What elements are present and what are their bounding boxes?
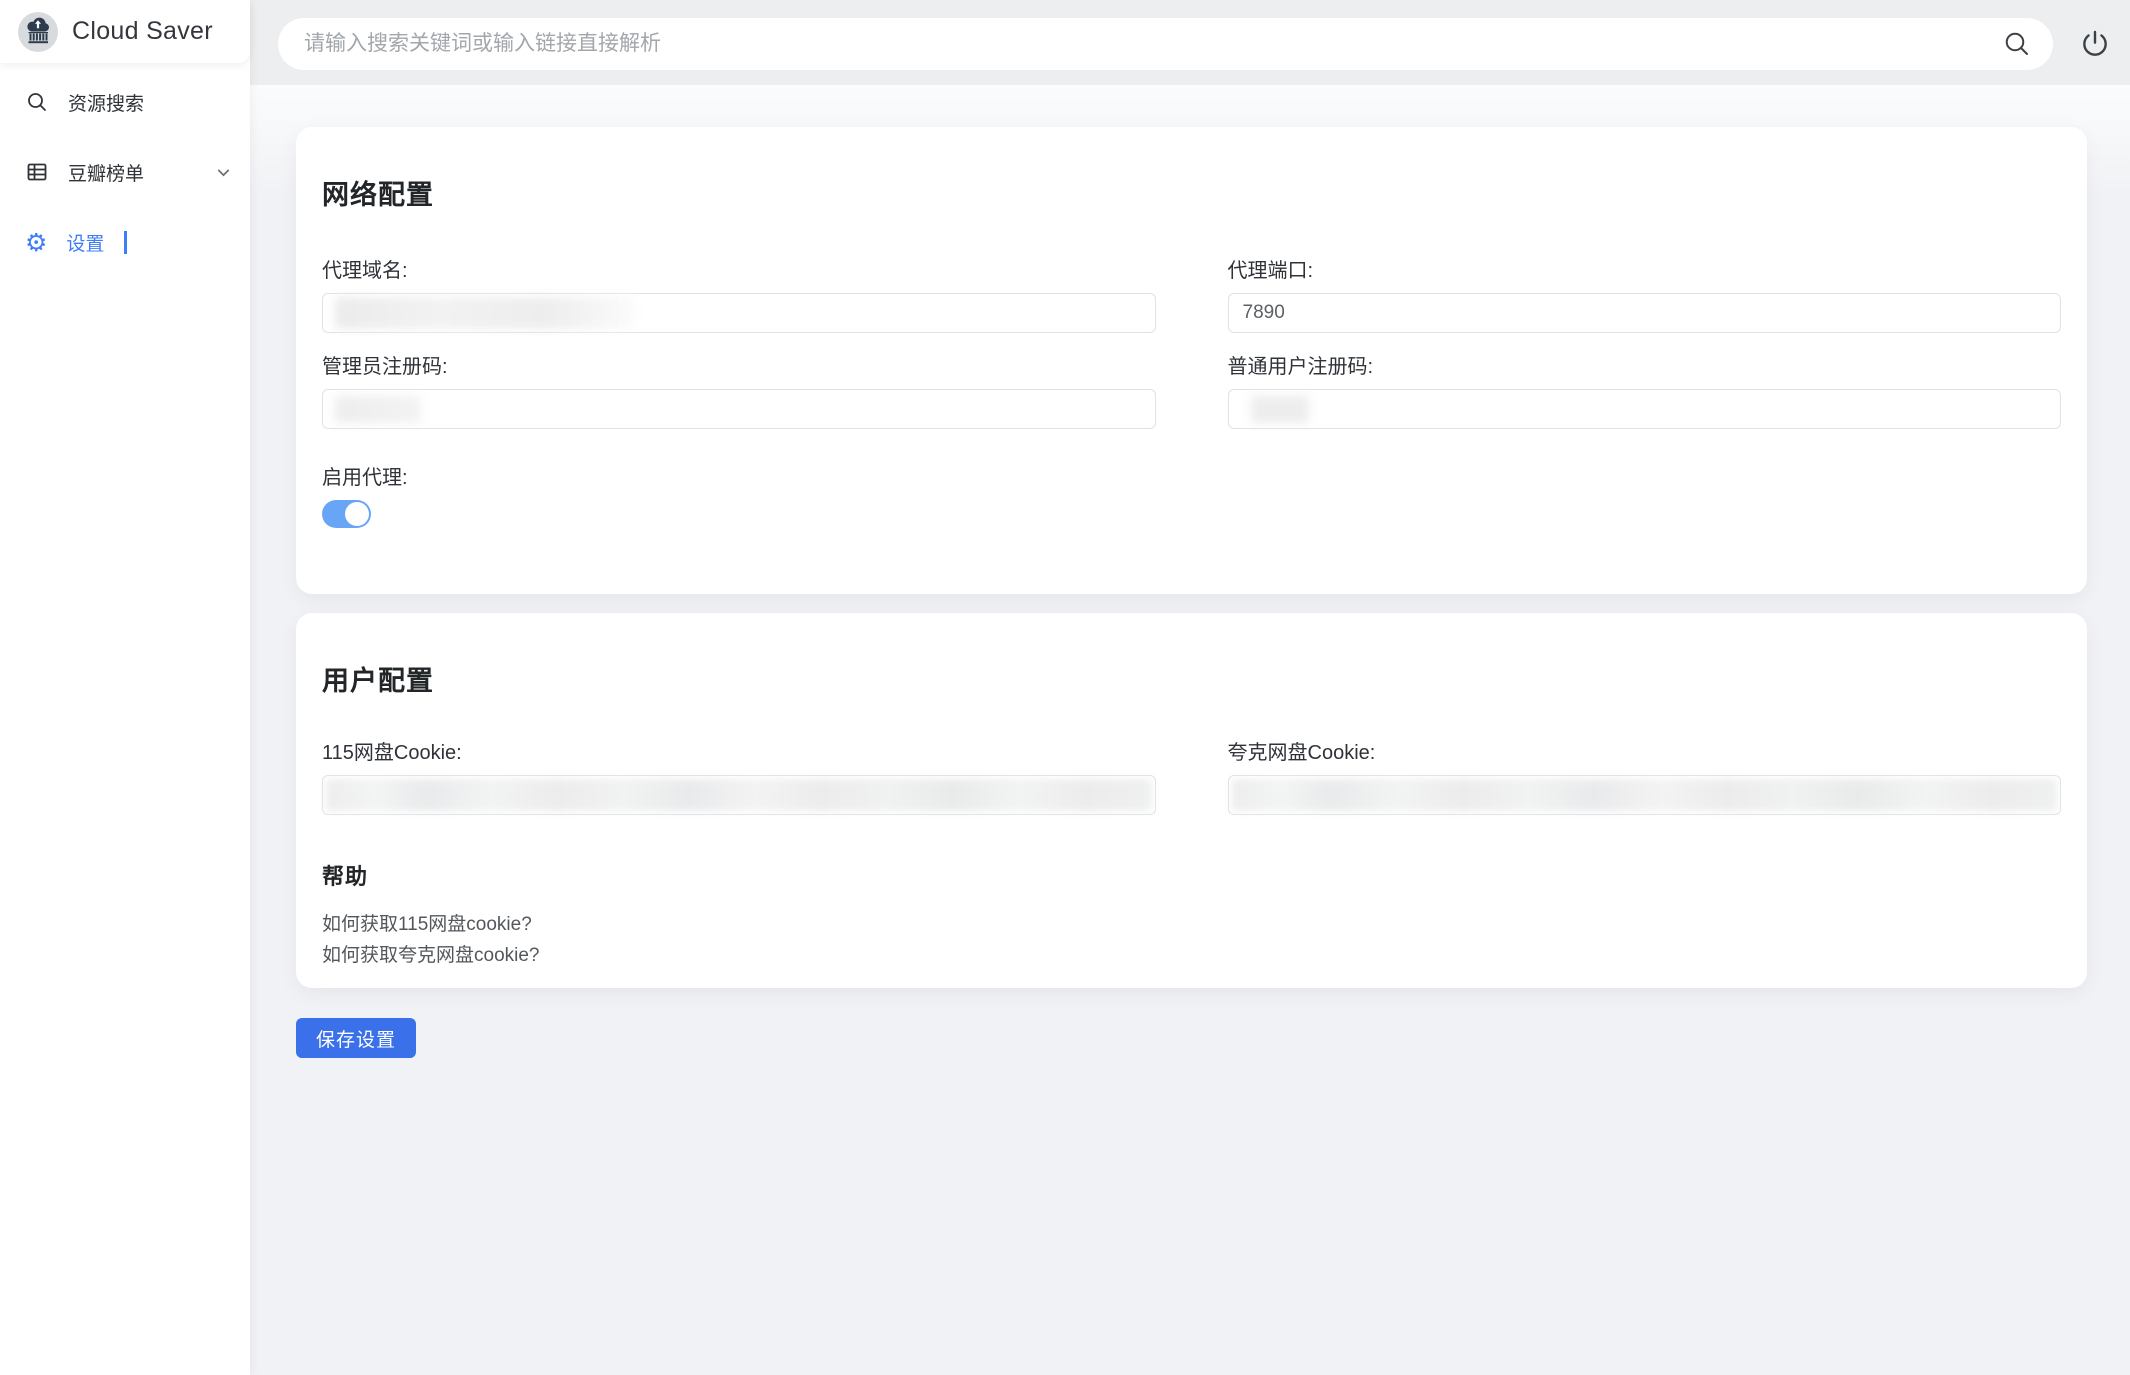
proxy-port-input[interactable] — [1228, 293, 2062, 333]
app-logo: Cloud Saver — [0, 0, 250, 63]
search-input[interactable] — [304, 32, 2001, 56]
sidebar-item-label: 资源搜索 — [68, 89, 144, 116]
sidebar-item-douban-list[interactable]: 豆瓣榜单 — [0, 147, 250, 197]
user-config-title: 用户配置 — [322, 659, 2061, 698]
field-admin-code: 管理员注册码: — [322, 350, 1156, 429]
gear-icon: ⚙ — [25, 230, 47, 255]
enable-proxy-block: 启用代理: — [322, 461, 2061, 528]
field-proxy-domain: 代理域名: — [322, 254, 1156, 333]
admin-code-input[interactable] — [322, 389, 1156, 429]
sidebar: Cloud Saver 资源搜索 豆瓣榜单 — [0, 0, 250, 1375]
admin-code-label: 管理员注册码: — [322, 350, 1156, 379]
network-config-title: 网络配置 — [322, 173, 2061, 212]
cloud-saver-logo-icon — [18, 12, 58, 52]
search-icon[interactable] — [2001, 28, 2033, 60]
help-link-quark-cookie[interactable]: 如何获取夸克网盘cookie? — [322, 940, 540, 971]
search-icon — [25, 90, 49, 114]
user-config-card: 用户配置 115网盘Cookie: 夸克网盘Cookie: 帮助 如何获取115… — [296, 613, 2087, 988]
proxy-domain-input[interactable] — [322, 293, 1156, 333]
save-settings-button[interactable]: 保存设置 — [296, 1018, 416, 1058]
user-code-input[interactable] — [1228, 389, 2062, 429]
cookie-115-input[interactable] — [322, 775, 1156, 815]
sidebar-item-label: 豆瓣榜单 — [68, 159, 144, 186]
proxy-domain-label: 代理域名: — [322, 254, 1156, 283]
app-title: Cloud Saver — [72, 17, 213, 46]
redacted-value — [326, 779, 1152, 811]
help-title: 帮助 — [322, 859, 2061, 891]
power-button[interactable] — [2077, 26, 2113, 62]
enable-proxy-label: 启用代理: — [322, 461, 2061, 490]
proxy-port-label: 代理端口: — [1228, 254, 2062, 283]
power-icon — [2079, 28, 2111, 60]
redacted-value — [1251, 396, 1309, 423]
app-root: Cloud Saver 资源搜索 豆瓣榜单 — [0, 0, 2130, 1375]
sidebar-item-settings[interactable]: ⚙ 设置 — [0, 217, 250, 267]
user-code-label: 普通用户注册码: — [1228, 350, 2062, 379]
enable-proxy-toggle[interactable] — [322, 500, 371, 528]
search-bar — [278, 18, 2053, 70]
redacted-value — [335, 396, 421, 423]
chevron-down-icon — [215, 164, 232, 181]
redacted-value — [335, 297, 634, 329]
toggle-knob — [345, 502, 369, 526]
main-content: 网络配置 代理域名: 代理端口: 管理员注册码: — [250, 85, 2130, 1375]
text-cursor — [124, 231, 127, 254]
sidebar-item-label: 设置 — [66, 229, 104, 256]
quark-cookie-label: 夸克网盘Cookie: — [1228, 736, 2062, 765]
field-115-cookie: 115网盘Cookie: — [322, 736, 1156, 815]
grid-icon — [25, 160, 49, 184]
network-config-card: 网络配置 代理域名: 代理端口: 管理员注册码: — [296, 127, 2087, 594]
redacted-value — [1232, 779, 2058, 811]
field-proxy-port: 代理端口: — [1228, 254, 2062, 333]
top-bar — [250, 0, 2130, 85]
sidebar-item-resource-search[interactable]: 资源搜索 — [0, 77, 250, 127]
field-user-code: 普通用户注册码: — [1228, 350, 2062, 429]
field-quark-cookie: 夸克网盘Cookie: — [1228, 736, 2062, 815]
help-link-115-cookie[interactable]: 如何获取115网盘cookie? — [322, 909, 532, 940]
quark-cookie-input[interactable] — [1228, 775, 2062, 815]
cookie-115-label: 115网盘Cookie: — [322, 736, 1156, 765]
sidebar-nav: 资源搜索 豆瓣榜单 ⚙ 设置 — [0, 63, 250, 267]
